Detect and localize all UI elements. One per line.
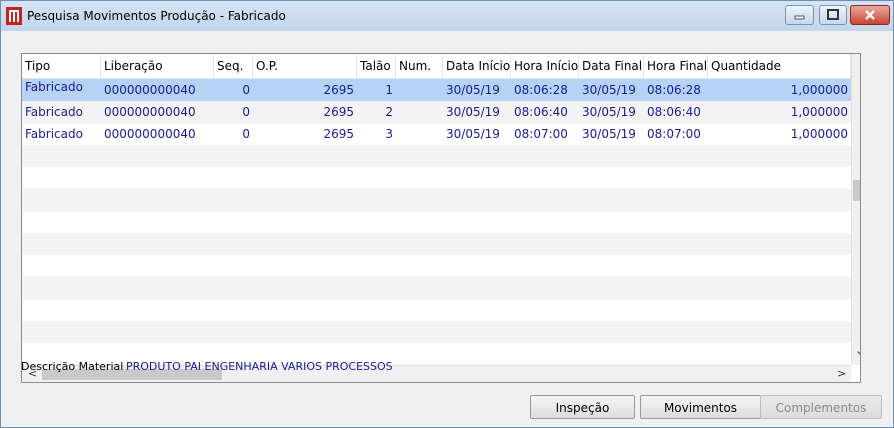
cell-talao: 2: [385, 105, 393, 119]
grid-header: Tipo Liberação Seq. O.P. Talão Num. Data…: [22, 54, 851, 79]
empty-row: [22, 277, 851, 299]
col-header-data-inicio[interactable]: Data Início: [443, 54, 511, 78]
empty-row: [22, 189, 851, 211]
cell-quantidade: 1,000000: [790, 105, 848, 119]
cell-tipo: Fabricado: [25, 105, 83, 119]
scroll-down-icon[interactable]: ⌄: [855, 344, 860, 357]
vertical-scroll-thumb[interactable]: [853, 180, 860, 201]
cell-op: 2695: [323, 105, 354, 119]
material-description-value: PRODUTO PAI ENGENHARIA VARIOS PROCESSOS: [126, 360, 393, 373]
cell-hora-final: 08:06:40: [647, 105, 701, 119]
cell-seq: 0: [242, 83, 250, 97]
empty-row: [22, 321, 851, 343]
col-header-hora-inicio[interactable]: Hora Início: [511, 54, 579, 78]
empty-row: [22, 233, 851, 255]
minimize-button[interactable]: [785, 5, 814, 25]
cell-liberacao: 000000000040: [104, 105, 196, 119]
col-header-num[interactable]: Num.: [396, 54, 443, 78]
complementos-button[interactable]: Complementos: [760, 395, 882, 419]
col-header-hora-final[interactable]: Hora Final: [644, 54, 708, 78]
vertical-scrollbar[interactable]: ⌄: [851, 54, 860, 365]
col-header-op[interactable]: O.P.: [253, 54, 357, 78]
cell-talao: 1: [385, 83, 393, 97]
cell-liberacao: 000000000040: [104, 83, 196, 97]
material-description-label: Descrição Material: [21, 360, 124, 373]
cell-data-final: 30/05/19: [582, 105, 636, 119]
col-header-talao[interactable]: Talão: [357, 54, 396, 78]
table-row[interactable]: Fabricado 000000000040 0 2695 1 30/05/19…: [22, 79, 851, 101]
main-window: Pesquisa Movimentos Produção - Fabricado…: [0, 0, 894, 428]
empty-row: [22, 255, 851, 277]
window-title: Pesquisa Movimentos Produção - Fabricado: [27, 9, 286, 23]
cell-hora-inicio: 08:06:28: [514, 83, 568, 97]
movimentos-button[interactable]: Movimentos: [640, 395, 761, 419]
cell-data-final: 30/05/19: [582, 127, 636, 141]
cell-seq: 0: [242, 105, 250, 119]
cell-quantidade: 1,000000: [790, 83, 848, 97]
cell-seq: 0: [242, 127, 250, 141]
cell-num: [396, 79, 443, 101]
maximize-icon: [827, 9, 839, 20]
cell-hora-final: 08:06:28: [647, 83, 701, 97]
cell-hora-inicio: 08:06:40: [514, 105, 568, 119]
minimize-icon: [794, 15, 805, 20]
col-header-quantidade[interactable]: Quantidade: [708, 54, 851, 78]
cell-num: [396, 123, 443, 145]
empty-row: [22, 167, 851, 189]
cell-tipo: Fabricado: [25, 80, 83, 94]
cell-hora-inicio: 08:07:00: [514, 127, 568, 141]
movements-grid[interactable]: Tipo Liberação Seq. O.P. Talão Num. Data…: [21, 53, 861, 383]
col-header-data-final[interactable]: Data Final: [579, 54, 644, 78]
close-icon: [865, 10, 875, 20]
cell-quantidade: 1,000000: [790, 127, 848, 141]
content-area: Tipo Liberação Seq. O.P. Talão Num. Data…: [8, 33, 886, 421]
cell-tipo: Fabricado: [25, 127, 83, 141]
cell-data-final: 30/05/19: [582, 83, 636, 97]
maximize-button[interactable]: [819, 5, 847, 25]
inspecao-button[interactable]: Inspeção: [530, 395, 635, 419]
cell-hora-final: 08:07:00: [647, 127, 701, 141]
empty-row: [22, 145, 851, 167]
title-bar[interactable]: Pesquisa Movimentos Produção - Fabricado: [1, 1, 893, 31]
table-row[interactable]: Fabricado 000000000040 0 2695 3 30/05/19…: [22, 123, 851, 145]
cell-data-inicio: 30/05/19: [446, 105, 500, 119]
col-header-tipo[interactable]: Tipo: [22, 54, 101, 78]
cell-talao: 3: [385, 127, 393, 141]
cell-num: [396, 101, 443, 123]
empty-row: [22, 211, 851, 233]
cell-op: 2695: [323, 127, 354, 141]
close-button[interactable]: [850, 5, 890, 25]
col-header-seq[interactable]: Seq.: [214, 54, 253, 78]
cell-liberacao: 000000000040: [104, 127, 196, 141]
col-header-liberacao[interactable]: Liberação: [101, 54, 214, 78]
cell-data-inicio: 30/05/19: [446, 127, 500, 141]
empty-row: [22, 299, 851, 321]
table-row[interactable]: Fabricado 000000000040 0 2695 2 30/05/19…: [22, 101, 851, 123]
scroll-right-icon[interactable]: >: [837, 367, 846, 380]
cell-op: 2695: [323, 83, 354, 97]
cell-data-inicio: 30/05/19: [446, 83, 500, 97]
app-logo-icon: [6, 7, 22, 25]
